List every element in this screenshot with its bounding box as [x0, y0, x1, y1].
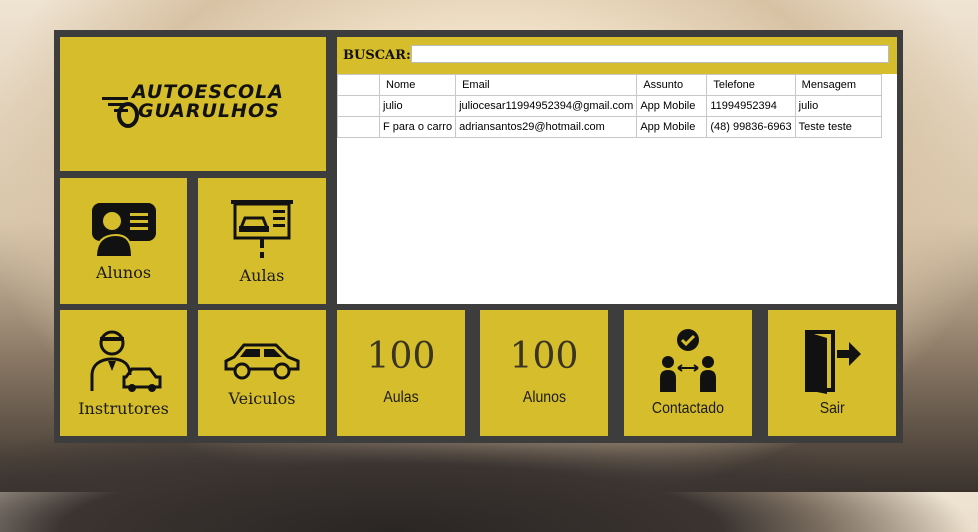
alunos-label: Alunos	[95, 262, 152, 282]
cell-telefone[interactable]: (48) 99836-6963	[706, 116, 796, 138]
contacts-table: Nome Email Assunto Telefone Mensagem jul…	[337, 74, 882, 138]
alunos-counter-tile: 100 Alunos	[480, 310, 608, 436]
column-header[interactable]	[337, 74, 380, 96]
contactado-label: Contactado	[651, 400, 725, 417]
classroom-board-icon	[231, 199, 293, 258]
row-selector[interactable]	[337, 95, 380, 117]
cell-email[interactable]: adriansantos29@hotmail.com	[455, 116, 638, 138]
dashboard-frame: AUTOESCOLA GUARULHOS Alunos Aulas Instru…	[54, 30, 903, 443]
column-header-telefone[interactable]: Telefone	[706, 74, 796, 96]
column-header-email[interactable]: Email	[455, 74, 638, 96]
contact-people-icon	[660, 329, 716, 392]
cell-assunto[interactable]: App Mobile	[636, 116, 708, 138]
cell-mensagem[interactable]: julio	[794, 95, 882, 117]
aulas-counter-label: Aulas	[383, 389, 419, 406]
contacts-panel: BUSCAR: Nome Email Assunto Telefone Mens…	[337, 37, 897, 304]
sair-button[interactable]: Sair	[768, 310, 896, 436]
table-row[interactable]: F para o carro adriansantos29@hotmail.co…	[337, 116, 882, 138]
cell-mensagem[interactable]: Teste teste	[794, 116, 882, 138]
row-selector[interactable]	[337, 116, 380, 138]
alunos-counter-label: Alunos	[522, 389, 566, 406]
car-icon	[224, 343, 300, 379]
search-bar: BUSCAR:	[337, 37, 897, 74]
student-id-icon	[91, 202, 156, 257]
table-row[interactable]: julio juliocesar11994952394@gmail.com Ap…	[337, 95, 882, 117]
veiculos-label: Veiculos	[228, 388, 296, 408]
table-header-row: Nome Email Assunto Telefone Mensagem	[337, 74, 882, 96]
aulas-label: Aulas	[239, 265, 285, 285]
alunos-button[interactable]: Alunos	[60, 178, 187, 304]
aulas-count: 100	[366, 336, 436, 377]
contactado-button[interactable]: Contactado	[624, 310, 752, 436]
logo-line2: GUARULHOS	[138, 100, 280, 122]
search-label: BUSCAR:	[343, 48, 411, 63]
instructor-icon	[90, 330, 161, 392]
exit-door-icon	[805, 330, 861, 394]
cell-email[interactable]: juliocesar11994952394@gmail.com	[455, 95, 638, 117]
cell-nome[interactable]: julio	[378, 95, 457, 117]
alunos-count: 100	[509, 336, 579, 377]
aulas-button[interactable]: Aulas	[198, 178, 326, 304]
search-input[interactable]	[411, 45, 889, 63]
cell-assunto[interactable]: App Mobile	[636, 95, 708, 117]
cell-telefone[interactable]: 11994952394	[706, 95, 796, 117]
column-header-assunto[interactable]: Assunto	[636, 74, 708, 96]
sair-label: Sair	[819, 400, 845, 417]
cell-nome[interactable]: F para o carro	[378, 116, 457, 138]
column-header-nome[interactable]: Nome	[378, 74, 457, 96]
instrutores-button[interactable]: Instrutores	[60, 310, 187, 436]
logo-tile: AUTOESCOLA GUARULHOS	[60, 37, 326, 171]
instrutores-label: Instrutores	[78, 398, 169, 418]
veiculos-button[interactable]: Veiculos	[198, 310, 326, 436]
aulas-counter-tile: 100 Aulas	[337, 310, 465, 436]
column-header-mensagem[interactable]: Mensagem	[794, 74, 882, 96]
